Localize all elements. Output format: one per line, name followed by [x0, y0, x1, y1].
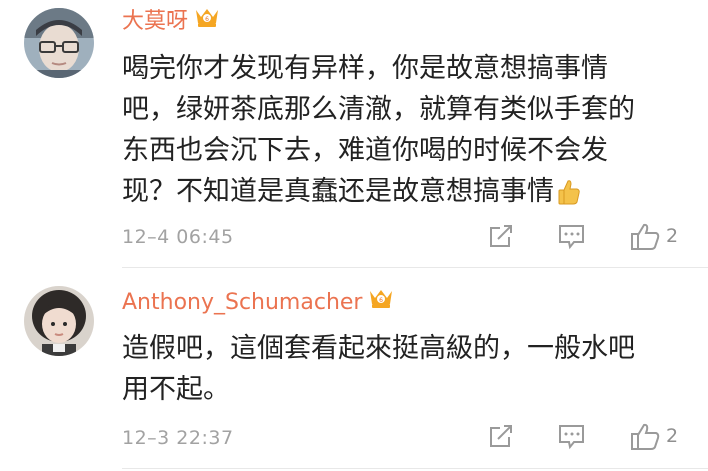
crown-badge-icon: 6 — [194, 6, 220, 35]
comment-line: 现？不知道是真蠢还是故意想搞事情 — [122, 171, 682, 218]
comment-item: Anthony_Schumacher 6 造假吧，這個套看起來挺高級的，一般水吧… — [0, 272, 708, 471]
svg-text:6: 6 — [205, 16, 209, 23]
comment-timestamp: 12–4 06:45 — [122, 226, 234, 248]
like-icon — [630, 423, 662, 456]
comment-button[interactable] — [557, 222, 587, 254]
comment-text: 喝完你才发现有异样，你是故意想搞事情 吧，绿妍茶底那么清澈，就算有类似手套的 东… — [122, 48, 682, 218]
avatar[interactable] — [24, 286, 94, 356]
divider — [122, 468, 708, 469]
comment-timestamp: 12–3 22:37 — [122, 427, 234, 449]
comment-icon — [557, 225, 587, 254]
crown-badge-icon: 6 — [368, 287, 394, 316]
comment-button[interactable] — [557, 422, 587, 454]
comment-icon — [557, 425, 587, 454]
comment-text: 造假吧，這個套看起來挺高級的，一般水吧 用不起。 — [122, 328, 682, 410]
like-button[interactable]: 2 — [630, 422, 678, 456]
comment-line: 喝完你才发现有异样，你是故意想搞事情 — [122, 53, 608, 84]
forward-button[interactable] — [487, 422, 517, 454]
comment-line: 东西也会沉下去，难道你喝的时候不会发 — [122, 135, 608, 166]
svg-text:6: 6 — [380, 297, 384, 304]
like-count: 2 — [666, 225, 679, 247]
forward-button[interactable] — [487, 222, 517, 254]
avatar[interactable] — [24, 8, 94, 78]
author-name[interactable]: Anthony_Schumacher — [122, 290, 362, 315]
author-name[interactable]: 大莫呀 — [122, 9, 188, 34]
comment-line: 造假吧，這個套看起來挺高級的，一般水吧 — [122, 333, 635, 364]
like-icon — [630, 223, 662, 256]
forward-icon — [487, 425, 517, 454]
divider — [122, 267, 708, 268]
like-button[interactable]: 2 — [630, 222, 678, 256]
comment-line: 吧，绿妍茶底那么清澈，就算有类似手套的 — [122, 94, 635, 125]
comment-author[interactable]: 大莫呀 6 — [122, 6, 220, 35]
comment-author[interactable]: Anthony_Schumacher 6 — [122, 287, 394, 316]
comment-line: 用不起。 — [122, 374, 230, 405]
forward-icon — [487, 225, 517, 254]
like-count: 2 — [666, 425, 679, 447]
comment-line-text: 现？不知道是真蠢还是故意想搞事情 — [122, 176, 554, 207]
comment-item: 大莫呀 6 喝完你才发现有异样，你是故意想搞事情 吧，绿妍茶底那么清澈，就算有类… — [0, 0, 708, 268]
thumbs-up-emoji-icon — [556, 177, 582, 218]
